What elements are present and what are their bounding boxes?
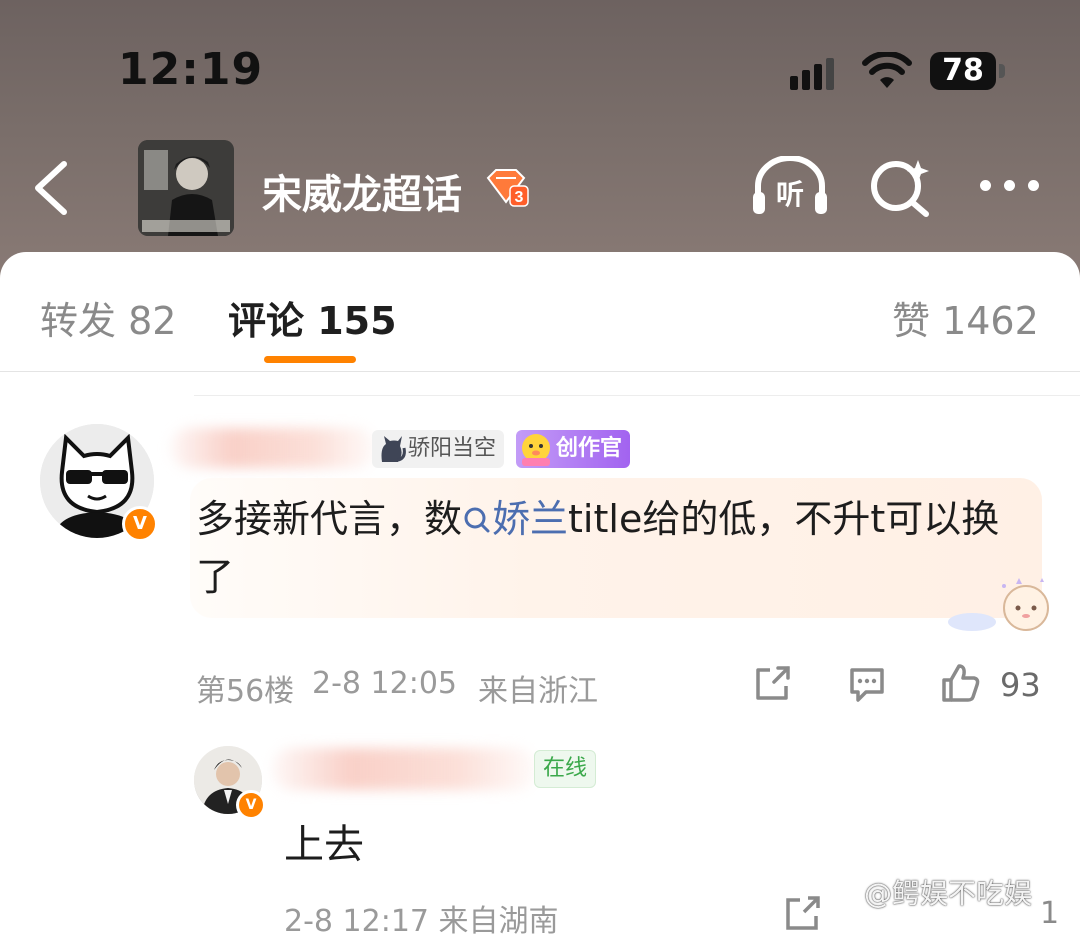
tab-likes[interactable]: 赞 1462: [892, 290, 1039, 345]
verified-badge: V: [122, 506, 158, 542]
cellular-signal-icon: [790, 58, 844, 90]
tab-reposts[interactable]: 转发 82: [40, 290, 176, 345]
reply-body[interactable]: 上去: [284, 812, 364, 870]
wifi-icon: [862, 50, 912, 94]
search-icon: [464, 507, 490, 533]
reply-like-count: 1: [1040, 896, 1060, 931]
cat-medal-icon: [378, 434, 406, 477]
thumbs-up-icon: [942, 664, 980, 702]
tabs-divider: [0, 371, 1080, 372]
reply-share-button[interactable]: [782, 894, 824, 938]
reply-verified-badge: V: [236, 790, 266, 820]
inline-search-link[interactable]: 娇兰: [462, 497, 568, 541]
svg-text:3: 3: [515, 189, 524, 206]
comment-text-before: 多接新代言，数: [196, 497, 463, 541]
search-button[interactable]: [868, 156, 934, 222]
fan-medal[interactable]: 骄阳当空: [372, 430, 505, 468]
redacted-reply-username[interactable]: [272, 748, 536, 790]
search-term: 娇兰: [492, 497, 569, 541]
reply-button[interactable]: [846, 664, 888, 708]
topic-level-badge: 3: [484, 168, 530, 212]
comment-location: 来自浙江: [478, 674, 598, 709]
share-button[interactable]: [752, 664, 794, 708]
listen-button[interactable]: 听: [750, 155, 830, 222]
share-icon: [786, 896, 820, 930]
comment-datetime: 2-8 12:05: [312, 666, 457, 701]
chevron-left-icon: [35, 161, 67, 215]
topic-title[interactable]: 宋威龙超话: [262, 162, 462, 220]
comment-like-count: 93: [1000, 666, 1041, 704]
more-dot-icon: [980, 180, 991, 191]
comment-decoration-sticker: [946, 574, 1058, 640]
active-tab-indicator: [264, 356, 356, 363]
mascot-icon: [518, 430, 554, 468]
comment-body[interactable]: 多接新代言，数 娇兰title给的低，不升t可以换了: [196, 490, 1016, 606]
share-icon: [756, 666, 790, 700]
svg-text:听: 听: [776, 178, 804, 211]
diamond-level-icon: 3: [486, 169, 529, 207]
comment-bubble-icon: [850, 668, 884, 702]
creator-badge[interactable]: 创作官: [516, 430, 631, 468]
battery-tip: [999, 64, 1005, 78]
status-time: 12:19: [118, 44, 264, 95]
reply-meta: 2-8 12:17 来自湖南: [284, 904, 559, 939]
like-button[interactable]: [940, 662, 982, 708]
redacted-username[interactable]: [170, 428, 376, 468]
battery-indicator: 78: [930, 52, 996, 90]
more-options-button[interactable]: [978, 176, 1042, 196]
comment-divider: [194, 395, 1080, 396]
back-button[interactable]: [28, 160, 76, 216]
comment-floor: 第56楼: [196, 674, 295, 709]
search-sparkle-icon: [871, 160, 929, 217]
online-status-tag: 在线: [534, 750, 597, 788]
tab-comments[interactable]: 评论 155: [228, 290, 397, 345]
topic-cover-image[interactable]: [138, 140, 234, 236]
headphones-icon: 听: [753, 155, 827, 214]
fan-medal-label: 骄阳当空: [408, 436, 497, 461]
creator-badge-label: 创作官: [556, 436, 623, 461]
source-watermark: @鳄娱不吃娱: [864, 877, 1033, 910]
